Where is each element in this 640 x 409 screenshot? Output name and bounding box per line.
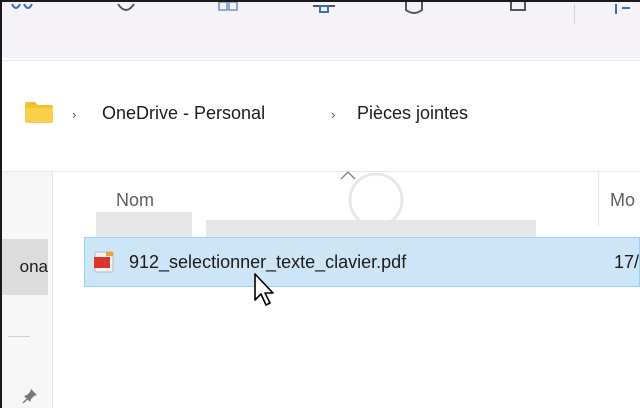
pdf-file-icon xyxy=(94,251,114,273)
copy-icon[interactable] xyxy=(216,2,240,20)
address-bar[interactable] xyxy=(2,61,640,173)
pin-icon[interactable] xyxy=(22,388,38,404)
undo-icon[interactable] xyxy=(114,2,138,20)
column-header-modified[interactable]: Mo xyxy=(610,190,635,211)
breadcrumb-separator: › xyxy=(72,107,77,122)
share-icon[interactable] xyxy=(310,2,338,20)
nav-separator xyxy=(8,336,30,337)
view-icon[interactable] xyxy=(10,2,36,20)
column-header-name[interactable]: Nom xyxy=(116,190,154,211)
file-modified-date: 17/ xyxy=(614,252,640,272)
command-bar xyxy=(2,2,640,58)
rename-icon[interactable] xyxy=(402,2,426,20)
delete-icon[interactable] xyxy=(506,2,530,20)
navigation-pane-divider[interactable] xyxy=(52,172,53,408)
folder-icon xyxy=(24,100,54,124)
more-icon[interactable] xyxy=(614,2,634,20)
nav-item-onedrive-personal[interactable]: ona xyxy=(2,239,48,295)
breadcrumb-pieces-jointes[interactable]: Pièces jointes xyxy=(357,103,468,124)
breadcrumb-onedrive-personal[interactable]: OneDrive - Personal xyxy=(102,103,265,124)
toolbar-separator xyxy=(574,4,575,24)
file-row-selected[interactable]: 912_selectionner_texte_clavier.pdf 17/ xyxy=(84,237,640,287)
nav-item-label: ona xyxy=(19,257,48,276)
mouse-cursor-icon xyxy=(254,273,274,306)
column-divider[interactable] xyxy=(598,172,599,226)
sort-ascending-caret[interactable] xyxy=(340,170,356,180)
file-name[interactable]: 912_selectionner_texte_clavier.pdf xyxy=(129,252,406,273)
breadcrumb-separator: › xyxy=(331,107,336,122)
